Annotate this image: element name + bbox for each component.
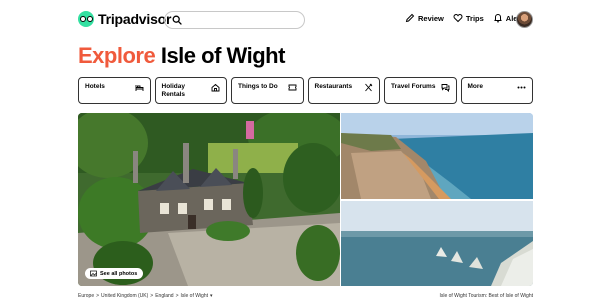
page-title: Explore Isle of Wight xyxy=(78,43,285,69)
category-label: Hotels xyxy=(85,83,105,90)
category-bar: Hotels Holiday Rentals Things to Do Rest… xyxy=(78,77,533,104)
tourism-title: Isle of Wight Tourism: Best of Isle of W… xyxy=(439,293,533,299)
category-travel-forums-button[interactable]: Travel Forums xyxy=(384,77,457,104)
pencil-icon xyxy=(405,13,415,23)
trips-label: Trips xyxy=(465,13,484,23)
ticket-icon xyxy=(288,83,297,92)
cliffs-coast-photo[interactable] xyxy=(341,113,533,199)
see-all-photos-label: See all photos xyxy=(100,270,138,277)
category-label: More xyxy=(467,83,484,90)
logo-text: Tripadvisor xyxy=(98,11,172,27)
search-input[interactable] xyxy=(187,15,297,25)
user-avatar[interactable] xyxy=(516,11,533,28)
review-link[interactable]: Review xyxy=(405,13,444,23)
search-bar[interactable] xyxy=(164,11,305,29)
search-icon xyxy=(172,15,182,25)
category-label: Holiday Rentals xyxy=(161,83,185,98)
breadcrumb-uk[interactable]: United Kingdom (UK) xyxy=(101,293,148,299)
photo-icon xyxy=(90,270,97,277)
tripadvisor-logo[interactable]: Tripadvisor xyxy=(78,11,171,27)
breadcrumb-isle-of-wight[interactable]: Isle of Wight xyxy=(181,293,209,299)
category-holiday-rentals-button[interactable]: Holiday Rentals xyxy=(154,77,227,104)
chevron-down-icon[interactable]: ▾ xyxy=(210,293,213,299)
chat-icon xyxy=(441,83,450,92)
trips-link[interactable]: Trips xyxy=(453,13,484,23)
category-restaurants-button[interactable]: Restaurants xyxy=(307,77,380,104)
category-hotels-button[interactable]: Hotels xyxy=(78,77,151,104)
title-accent: Explore xyxy=(78,43,156,68)
bell-icon xyxy=(493,14,502,23)
see-all-photos-button[interactable]: See all photos xyxy=(85,268,144,279)
breadcrumb: Europe > United Kingdom (UK) > England > Is… xyxy=(78,293,213,299)
needles-photo[interactable] xyxy=(341,201,533,286)
model-village-photo[interactable]: See all photos xyxy=(78,113,340,286)
category-label: Travel Forums xyxy=(391,83,436,90)
category-more-button[interactable]: More xyxy=(460,77,533,104)
photo-gallery: See all photos xyxy=(78,113,533,286)
top-header: Tripadvisor Review Trips Alerts xyxy=(0,0,600,40)
house-icon xyxy=(211,83,220,92)
more-dots-icon xyxy=(517,83,526,92)
bed-icon xyxy=(135,83,144,92)
title-place: Isle of Wight xyxy=(160,43,286,68)
cutlery-icon xyxy=(364,83,373,92)
breadcrumb-england[interactable]: England xyxy=(155,293,173,299)
breadcrumb-europe[interactable]: Europe xyxy=(78,293,94,299)
review-label: Review xyxy=(418,13,444,23)
heart-icon xyxy=(453,14,463,23)
category-label: Things to Do xyxy=(238,83,278,90)
owl-logo-icon xyxy=(78,11,94,27)
category-label: Restaurants xyxy=(314,83,353,90)
category-things-to-do-button[interactable]: Things to Do xyxy=(231,77,304,104)
header-nav: Review Trips Alerts xyxy=(405,13,527,23)
